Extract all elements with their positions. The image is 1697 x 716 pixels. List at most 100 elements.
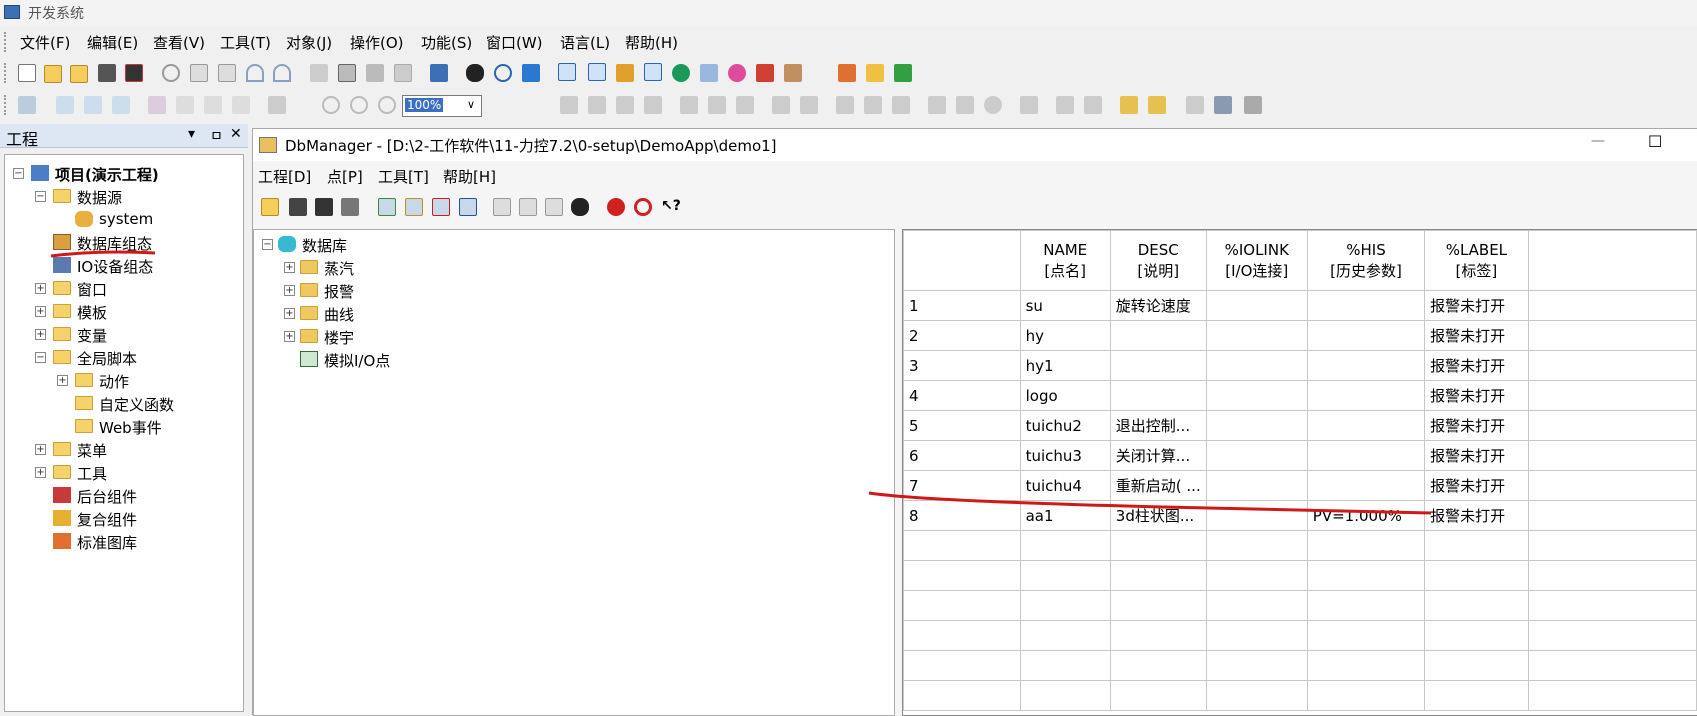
save-icon[interactable]: [98, 64, 116, 82]
rotate-icon[interactable]: [984, 96, 1002, 114]
refresh-icon[interactable]: [494, 64, 512, 82]
label-cell[interactable]: 报警未打开: [1424, 470, 1529, 501]
empty-cell[interactable]: [1019, 650, 1111, 681]
same-width-icon[interactable]: [836, 96, 854, 114]
select-area-icon[interactable]: [1084, 96, 1102, 114]
run-icon[interactable]: [672, 64, 690, 82]
open-folder-icon[interactable]: [44, 65, 62, 83]
table-row-empty[interactable]: [903, 590, 1697, 621]
empty-cell[interactable]: [1527, 560, 1697, 591]
settings-icon[interactable]: [588, 63, 606, 81]
menu-language[interactable]: 语言(L): [560, 32, 610, 53]
collapse-icon[interactable]: −: [35, 352, 46, 363]
his-cell[interactable]: [1306, 320, 1426, 351]
database-icon[interactable]: [700, 64, 718, 82]
name-cell[interactable]: tuichu3: [1019, 440, 1111, 471]
table-row[interactable]: 2 hy 报警未打开: [903, 320, 1697, 351]
collapse-icon[interactable]: −: [262, 239, 273, 250]
menu-db-tools[interactable]: 工具[T]: [378, 166, 429, 187]
zoom-icon[interactable]: [378, 96, 396, 114]
blank-cell[interactable]: [1527, 410, 1697, 441]
pane-dropdown-icon[interactable]: ▾: [188, 126, 195, 142]
his-cell[interactable]: [1306, 380, 1426, 411]
chart-icon[interactable]: [866, 64, 884, 82]
empty-cell[interactable]: [1205, 590, 1308, 621]
column-header-iolink[interactable]: %IOLINK [I/O连接]: [1205, 230, 1308, 291]
label-cell[interactable]: 报警未打开: [1424, 290, 1529, 321]
desc-cell[interactable]: 关闭计算...: [1109, 440, 1207, 471]
empty-cell[interactable]: [1527, 620, 1697, 651]
menu-help[interactable]: 帮助(H): [625, 32, 678, 53]
grid-icon[interactable]: [394, 64, 412, 82]
empty-cell[interactable]: [903, 650, 1021, 681]
menubar-grip[interactable]: [4, 32, 7, 52]
undo-icon[interactable]: [246, 64, 264, 82]
table-row-empty[interactable]: [903, 680, 1697, 711]
add-layer-icon[interactable]: [56, 96, 74, 114]
empty-cell[interactable]: [1019, 560, 1111, 591]
menu-object[interactable]: 对象(J): [286, 32, 332, 53]
component-icon[interactable]: [756, 64, 774, 82]
empty-cell[interactable]: [903, 590, 1021, 621]
lock-icon[interactable]: [1244, 96, 1262, 114]
menu-tools[interactable]: 工具(T): [220, 32, 271, 53]
minimize-button[interactable]: —: [1591, 133, 1605, 149]
menu-db-help[interactable]: 帮助[H]: [443, 166, 496, 187]
picture-icon[interactable]: [84, 96, 102, 114]
graphic-icon[interactable]: [838, 64, 856, 82]
link-icon[interactable]: [112, 96, 130, 114]
empty-cell[interactable]: [1109, 560, 1207, 591]
row-number[interactable]: 1: [903, 290, 1021, 321]
empty-cell[interactable]: [1527, 530, 1697, 561]
flip-h-icon[interactable]: [928, 96, 946, 114]
empty-cell[interactable]: [1306, 620, 1426, 651]
label-cell[interactable]: 报警未打开: [1424, 380, 1529, 411]
print-preview-icon[interactable]: [315, 198, 333, 216]
empty-cell[interactable]: [1109, 650, 1207, 681]
name-cell[interactable]: tuichu4: [1019, 470, 1111, 501]
pin-icon[interactable]: ㅁ: [210, 126, 223, 146]
expand-icon[interactable]: +: [35, 444, 46, 455]
ungroup-icon[interactable]: [176, 96, 194, 114]
his-cell[interactable]: [1306, 290, 1426, 321]
empty-cell[interactable]: [903, 680, 1021, 711]
desc-cell[interactable]: [1109, 380, 1207, 411]
empty-cell[interactable]: [1424, 530, 1529, 561]
label-cell[interactable]: 报警未打开: [1424, 320, 1529, 351]
empty-cell[interactable]: [1019, 590, 1111, 621]
zoom-out-icon[interactable]: [350, 96, 368, 114]
table-row[interactable]: 5 tuichu2 退出控制... 报警未打开: [903, 410, 1697, 441]
desc-cell[interactable]: 3d柱状图...: [1109, 500, 1207, 531]
name-cell[interactable]: hy: [1019, 320, 1111, 351]
iolink-cell[interactable]: [1205, 290, 1308, 321]
blank-cell[interactable]: [1527, 290, 1697, 321]
his-cell[interactable]: PV=1.000%: [1306, 500, 1426, 531]
empty-cell[interactable]: [1109, 530, 1207, 561]
redo-icon[interactable]: [273, 64, 291, 82]
expand-icon[interactable]: +: [57, 375, 68, 386]
column-header-his[interactable]: %HIS [历史参数]: [1306, 230, 1426, 291]
paste-icon[interactable]: [519, 198, 537, 216]
label-cell[interactable]: 报警未打开: [1424, 440, 1529, 471]
empty-cell[interactable]: [1527, 680, 1697, 711]
name-cell[interactable]: logo: [1019, 380, 1111, 411]
align-right-icon[interactable]: [588, 96, 606, 114]
screen-edit-icon[interactable]: [558, 63, 576, 81]
context-help-icon[interactable]: ↖?: [661, 198, 681, 216]
bring-front-icon[interactable]: [1120, 96, 1138, 114]
menu-view[interactable]: 查看(V): [153, 32, 205, 53]
binoculars-icon[interactable]: [466, 64, 484, 82]
empty-cell[interactable]: [1205, 680, 1308, 711]
blank-cell[interactable]: [1527, 440, 1697, 471]
table-row[interactable]: 8 aa1 3d柱状图... PV=1.000% 报警未打开: [903, 500, 1697, 531]
table-row[interactable]: 7 tuichu4 重新启动( ... 报警未打开: [903, 470, 1697, 501]
align-top-icon[interactable]: [616, 96, 634, 114]
column-header-name[interactable]: NAME [点名]: [1019, 230, 1111, 291]
copy-format-icon[interactable]: [1186, 96, 1204, 114]
empty-cell[interactable]: [1205, 560, 1308, 591]
iolink-cell[interactable]: [1205, 470, 1308, 501]
copy-icon[interactable]: [190, 64, 208, 82]
screen-icon[interactable]: [1214, 96, 1232, 114]
convert-icon[interactable]: [204, 96, 222, 114]
column-header-label-col[interactable]: %LABEL [标签]: [1424, 230, 1529, 291]
